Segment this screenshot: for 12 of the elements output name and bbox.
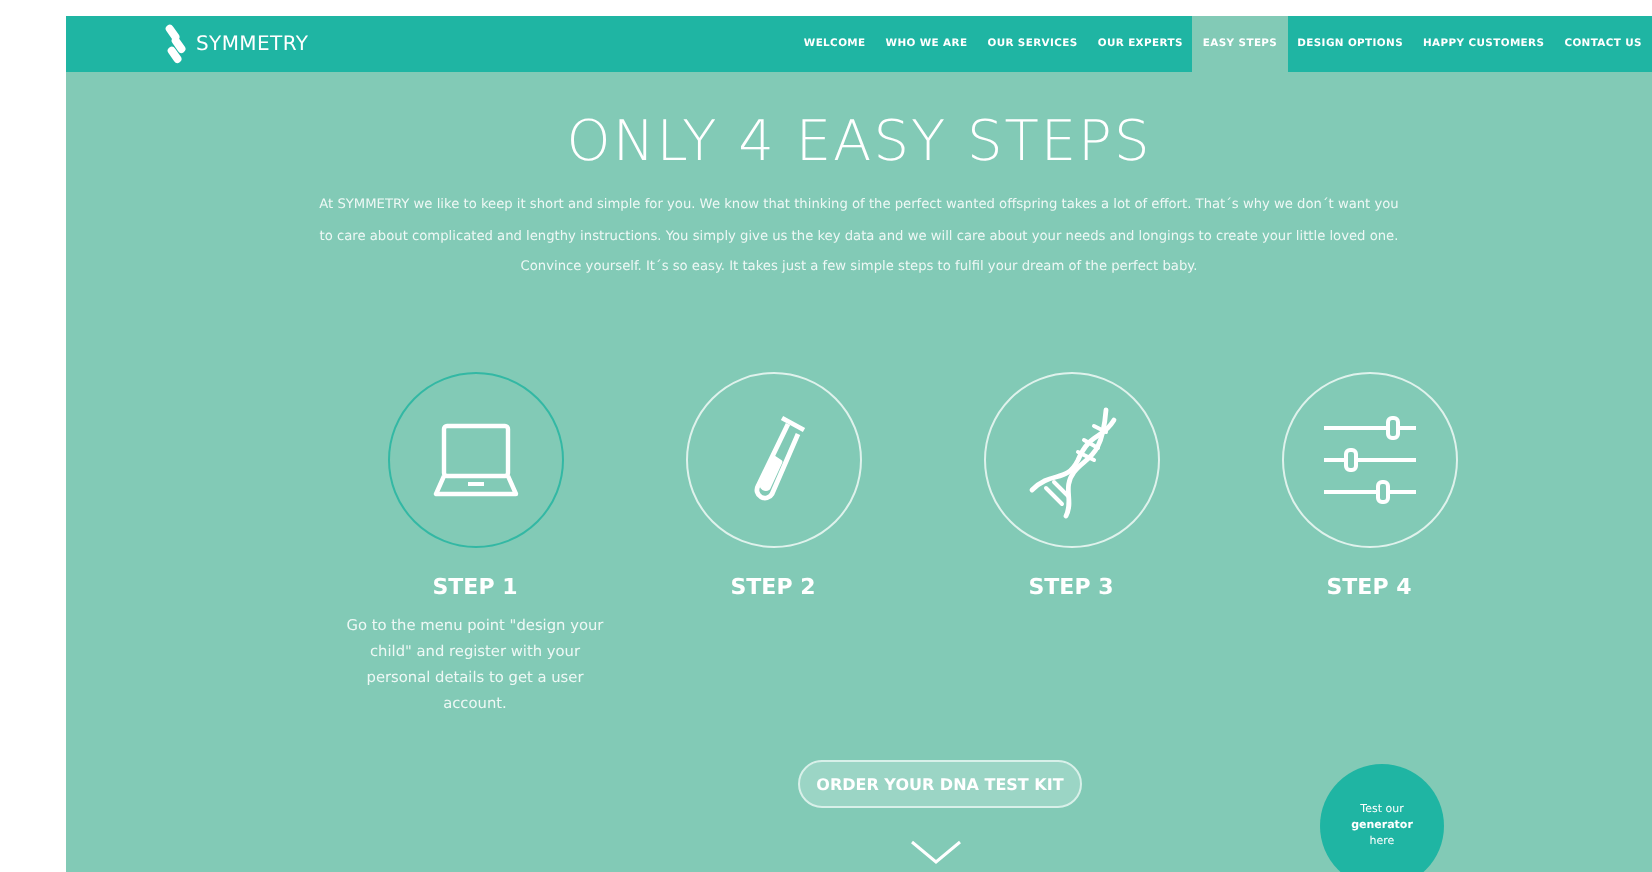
- step-circle[interactable]: [387, 371, 563, 547]
- step-label: STEP 3: [1028, 573, 1114, 599]
- chevron-down-icon[interactable]: [910, 840, 962, 864]
- brand-name[interactable]: SYMMETRY: [196, 33, 309, 55]
- sliders-icon: [1319, 413, 1419, 505]
- page-heading: ONLY 4 EASY STEPS: [566, 108, 1152, 174]
- step-label: STEP 4: [1326, 573, 1412, 599]
- laptop-icon: [429, 419, 521, 499]
- step-label: STEP 1: [432, 573, 518, 599]
- order-button[interactable]: ORDER YOUR DNA TEST KIT: [798, 760, 1082, 808]
- step-label: STEP 2: [730, 573, 816, 599]
- logo-icon: [162, 24, 190, 64]
